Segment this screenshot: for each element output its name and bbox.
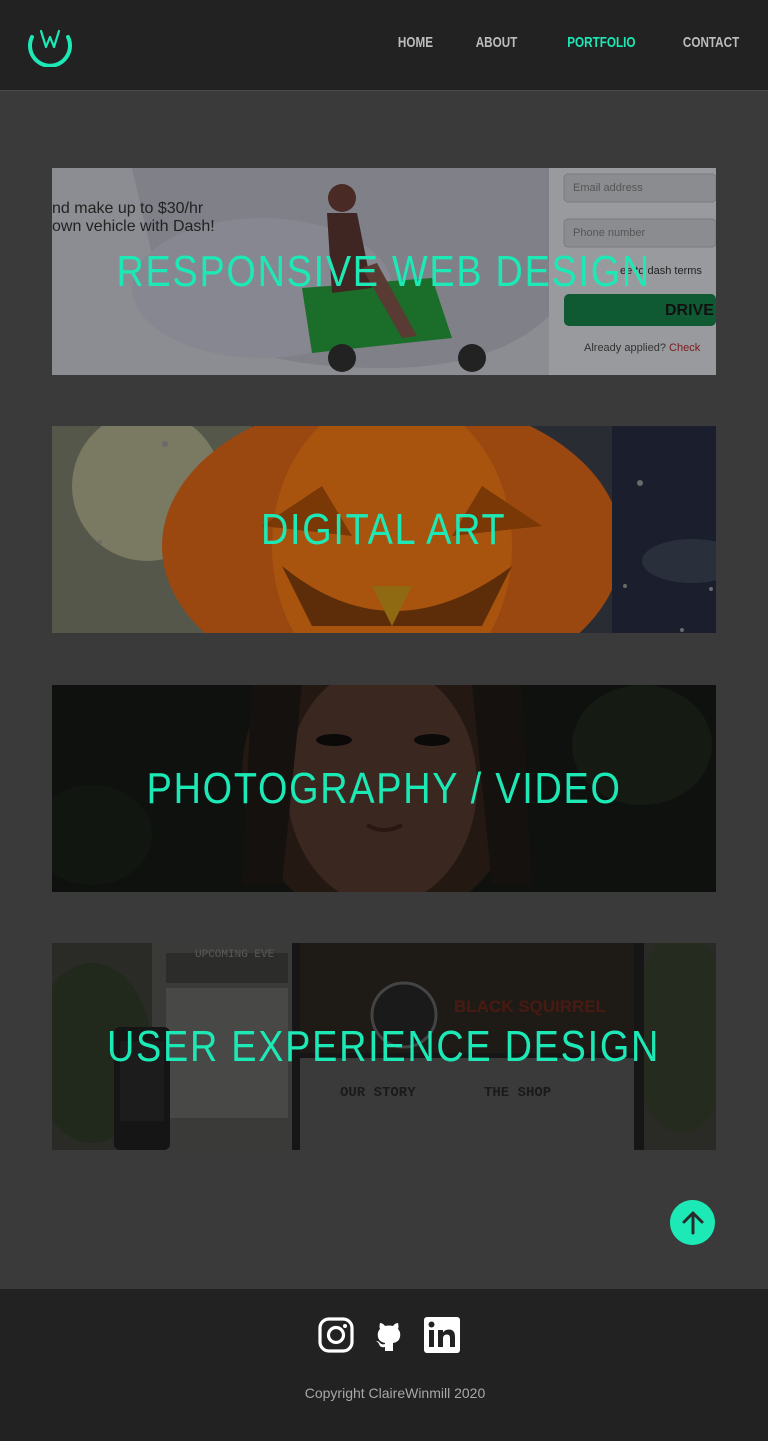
nav-home[interactable]: HOME — [398, 34, 433, 51]
portfolio-card-digital-art[interactable]: DIGITAL ART — [52, 426, 716, 633]
image-the-shop-text: THE SHOP — [484, 1085, 552, 1101]
arrow-up-icon — [682, 1211, 703, 1234]
copyright-text: Copyright ClaireWinmill 2020 — [304, 1385, 486, 1401]
main-nav: HOME ABOUT PORTFOLIO CONTACT — [388, 34, 739, 51]
image-check-text: Check — [669, 342, 701, 354]
image-brand-text: BLACK SQUIRREL — [454, 997, 607, 1016]
card-title-text: RESPONSIVE WEB DESIGN — [116, 246, 652, 296]
image-applied-text: Already applied? — [584, 342, 666, 354]
github-icon[interactable] — [371, 1317, 407, 1353]
card-title-text: DIGITAL ART — [261, 504, 507, 554]
image-our-story-text: OUR STORY — [340, 1085, 416, 1101]
card-title-text: USER EXPERIENCE DESIGN — [107, 1021, 661, 1071]
image-phone-placeholder: Phone number — [573, 227, 646, 239]
image-applied-row: Already applied? Check — [584, 342, 700, 354]
portfolio-card-title: PHOTOGRAPHY / VIDEO — [52, 764, 716, 814]
card-title-text: PHOTOGRAPHY / VIDEO — [146, 763, 622, 813]
portfolio-card-ux-design[interactable]: UPCOMING EVE BLACK SQUIRREL OUR STORY TH… — [52, 943, 716, 1150]
instagram-icon[interactable] — [318, 1317, 354, 1353]
portfolio-card-title: USER EXPERIENCE DESIGN — [52, 1022, 716, 1072]
nav-contact[interactable]: CONTACT — [683, 34, 739, 51]
site-header: HOME ABOUT PORTFOLIO CONTACT — [0, 0, 768, 91]
w-moon-logo-icon[interactable] — [26, 23, 74, 68]
linkedin-icon[interactable] — [424, 1317, 460, 1353]
image-upcoming-text: UPCOMING EVE — [195, 949, 275, 961]
image-text-line2: own vehicle with Dash! — [52, 218, 215, 235]
portfolio-card-photography[interactable]: PHOTOGRAPHY / VIDEO — [52, 685, 716, 892]
portfolio-card-title: DIGITAL ART — [52, 505, 716, 555]
image-text-line1: nd make up to $30/hr — [52, 200, 204, 217]
image-drive-button: DRIVE — [665, 302, 714, 319]
scroll-to-top-button[interactable] — [670, 1200, 715, 1245]
image-email-placeholder: Email address — [573, 182, 643, 194]
social-links — [0, 1317, 768, 1353]
site-footer: Copyright ClaireWinmill 2020 — [0, 1289, 768, 1441]
nav-portfolio[interactable]: PORTFOLIO — [568, 34, 636, 51]
portfolio-card-title: RESPONSIVE WEB DESIGN — [52, 247, 716, 297]
portfolio-card-web-design[interactable]: nd make up to $30/hr own vehicle with Da… — [52, 168, 716, 375]
nav-about[interactable]: ABOUT — [476, 34, 518, 51]
